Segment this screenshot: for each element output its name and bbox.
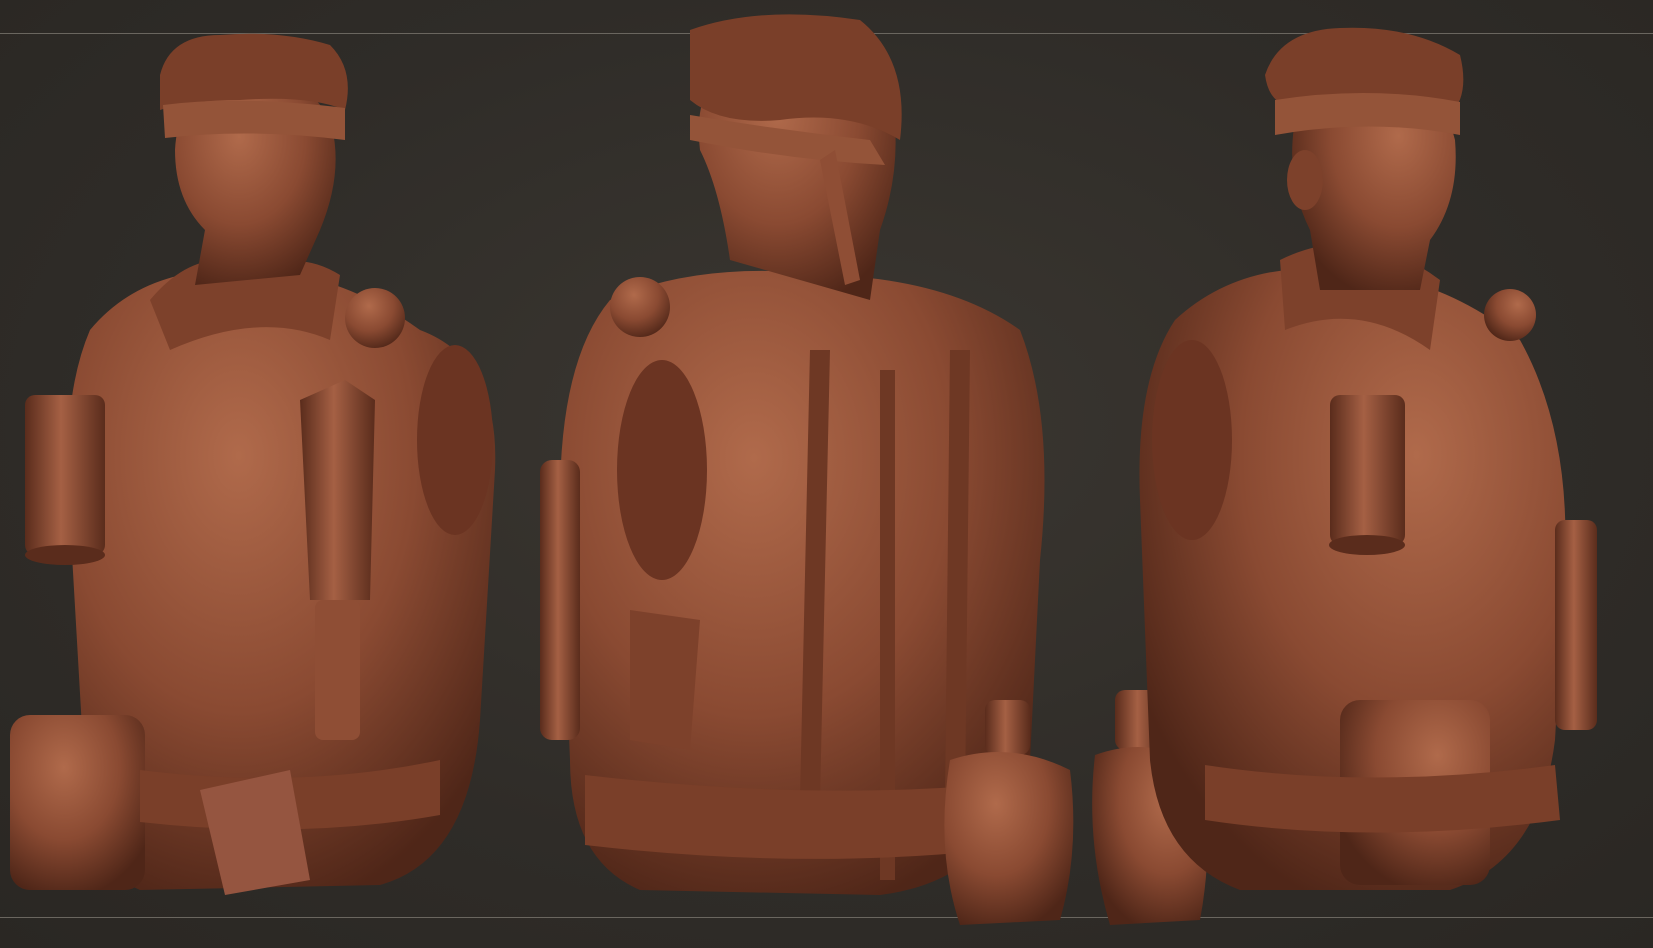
zbrush-render-canvas (0, 0, 1653, 948)
side-three-quarter-view (1139, 27, 1597, 890)
front-three-quarter-view (10, 33, 496, 895)
sculpt-views (10, 14, 1597, 925)
